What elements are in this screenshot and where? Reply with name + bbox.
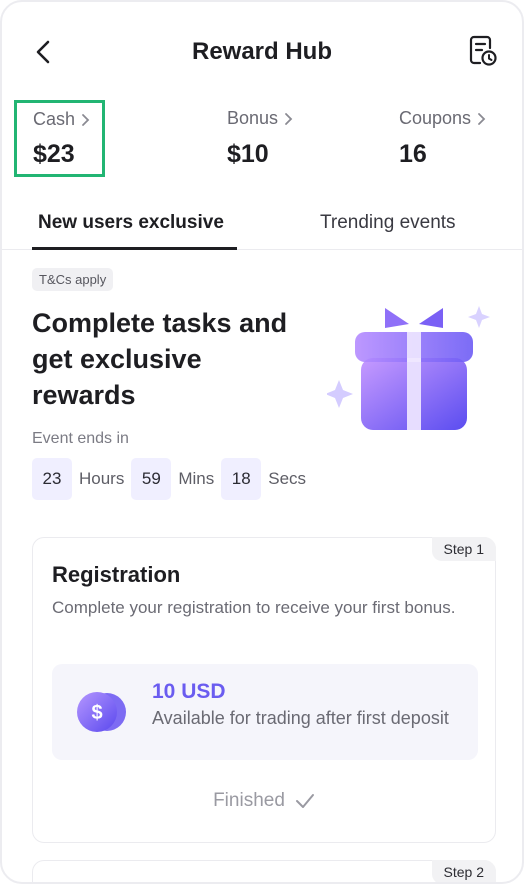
header: Reward Hub [2, 2, 522, 98]
step-card-2: Step 2 [32, 860, 496, 882]
active-tab-indicator [32, 247, 237, 250]
step-badge: Step 2 [431, 860, 496, 882]
event-ends-label: Event ends in [32, 430, 129, 447]
chevron-right-icon [478, 112, 486, 125]
secs-label: Secs [268, 469, 307, 488]
coupons-value: 16 [399, 140, 427, 168]
reward-amount: 10 USD [152, 680, 226, 703]
bonus-balance[interactable]: Bonus $10 [227, 108, 293, 169]
cash-value: $23 [33, 140, 75, 168]
status-text: Finished [213, 790, 285, 811]
svg-text:$: $ [91, 702, 102, 724]
cash-balance[interactable]: Cash $23 [14, 100, 105, 177]
cash-label: Cash [33, 109, 76, 129]
step-badge: Step 1 [431, 537, 496, 561]
chevron-right-icon [285, 112, 293, 125]
bonus-label: Bonus [227, 108, 279, 128]
coupons-balance[interactable]: Coupons 16 [399, 108, 486, 169]
dollar-coin-icon: $ [77, 692, 126, 732]
terms-badge[interactable]: T&Cs apply [32, 268, 114, 291]
chevron-right-icon [82, 113, 90, 126]
step-description: Complete your registration to receive yo… [52, 598, 456, 617]
app-screen: Reward Hub Cash $23 Bonus $10 Coupons 16… [0, 0, 524, 884]
promo-headline: Complete tasks and get exclusive rewards [32, 308, 288, 410]
history-document-icon[interactable] [468, 34, 498, 68]
reward-box: $ 10 USD Available for trading after fir… [52, 664, 478, 760]
tab-trending-events[interactable]: Trending events [320, 212, 456, 234]
checkmark-icon [295, 794, 314, 808]
tab-bar: New users exclusive Trending events [2, 202, 522, 250]
step-status: Finished [33, 790, 495, 812]
balance-summary: Cash $23 Bonus $10 Coupons 16 [2, 100, 522, 180]
tab-new-users-exclusive[interactable]: New users exclusive [38, 212, 224, 234]
countdown-timer: 23 Hours 59 Mins 18 Secs [32, 458, 313, 500]
step-card-registration: Step 1 Registration Complete your regist… [32, 537, 496, 843]
countdown-secs: 18 [221, 458, 262, 500]
coupons-label: Coupons [399, 108, 472, 128]
countdown-hours: 23 [32, 458, 72, 500]
mins-label: Mins [178, 469, 215, 488]
bonus-value: $10 [227, 140, 269, 168]
gift-box-icon [327, 306, 490, 430]
page-title: Reward Hub [191, 38, 332, 65]
step-title: Registration [52, 562, 181, 587]
countdown-mins: 59 [131, 458, 172, 500]
hours-label: Hours [79, 469, 125, 488]
reward-note: Available for trading after first deposi… [152, 708, 449, 728]
